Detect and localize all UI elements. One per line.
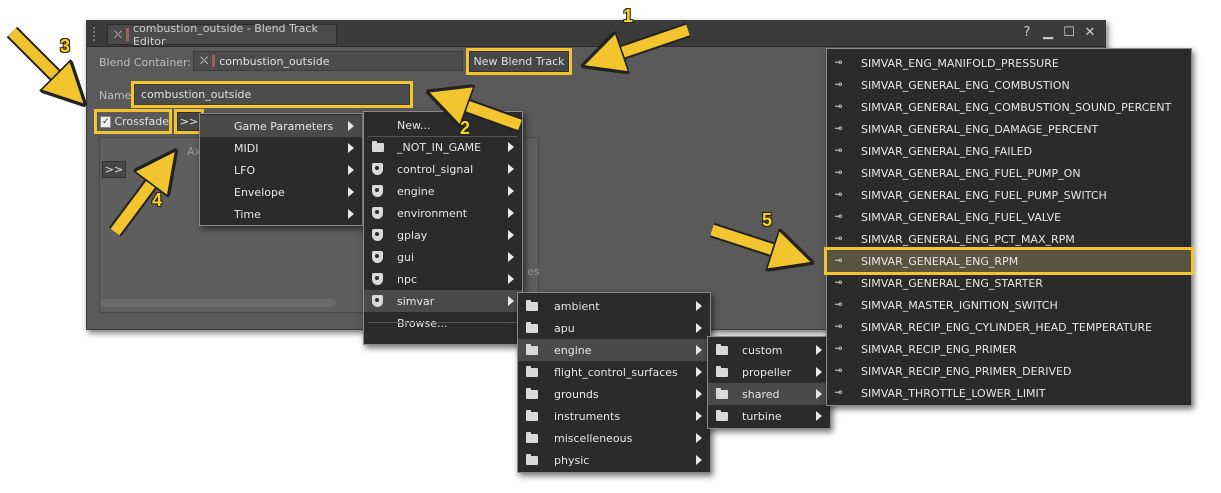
callout-overlay	[6, 22, 1221, 493]
arrow-1	[600, 22, 691, 60]
callout-number-3: 3	[60, 36, 71, 56]
callout-number-1: 1	[623, 6, 634, 26]
callout-number-2: 2	[460, 118, 471, 138]
callout-number-4: 4	[152, 190, 163, 210]
callout-number-5: 5	[762, 210, 773, 230]
arrow-2	[445, 98, 523, 133]
arrow-5	[709, 222, 795, 257]
